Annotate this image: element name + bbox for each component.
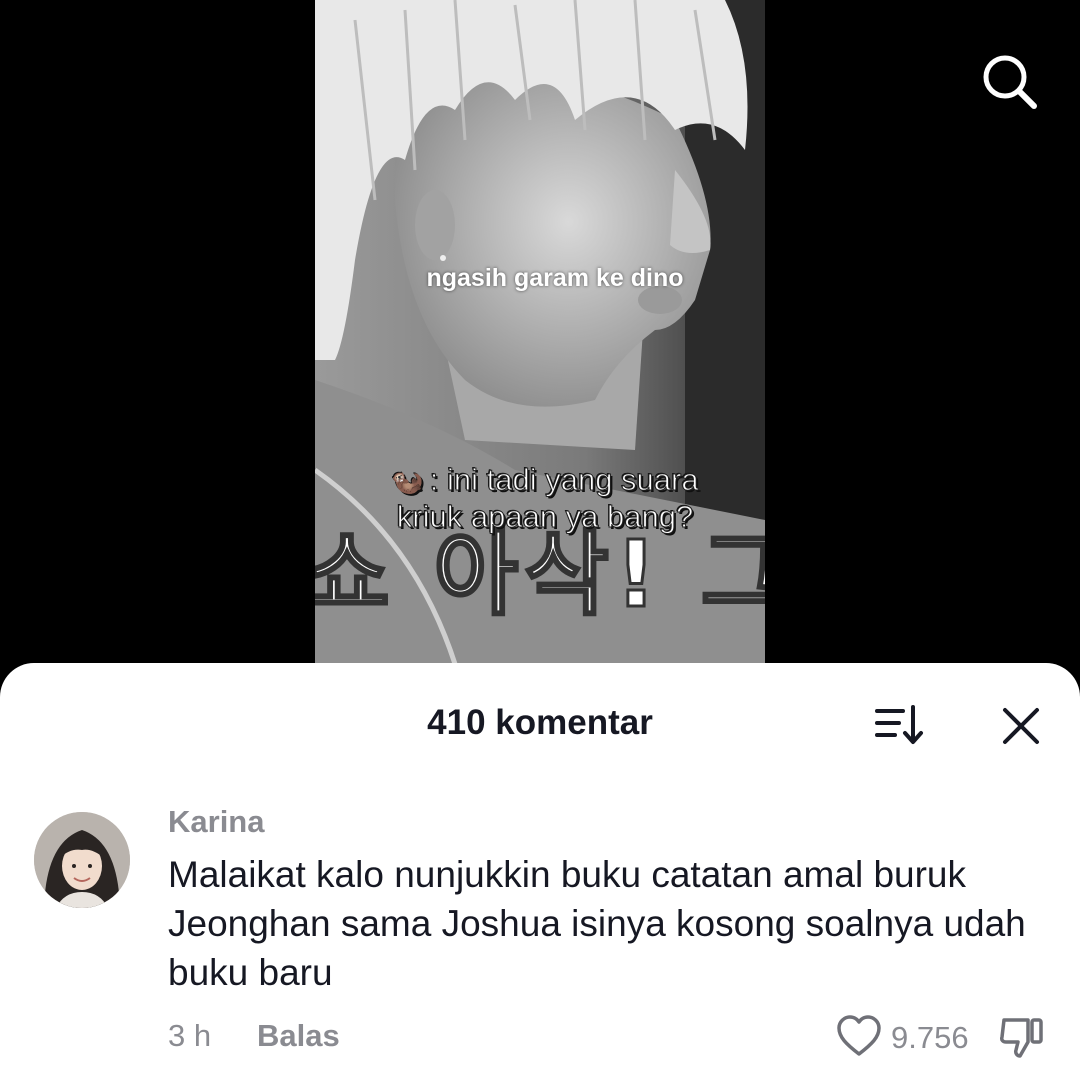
comment-username[interactable]: Karina [168,804,264,840]
like-count: 9.756 [891,1020,969,1055]
video-caption-line-2: kriuk apaan ya bang? [396,499,694,535]
caption-line-1-text: : ini tadi yang suara [429,462,699,498]
close-button[interactable] [998,703,1044,749]
tiktok-screen: ngasih garam ke dino 쇼 아삭! 그거 🦦: ini tad… [0,0,1080,1076]
close-icon [1003,708,1039,744]
video-player[interactable]: ngasih garam ke dino 쇼 아삭! 그거 🦦: ini tad… [315,0,765,664]
avatar[interactable] [34,812,130,908]
search-button[interactable] [980,52,1040,112]
dislike-button[interactable] [998,1014,1046,1060]
comment-timestamp: 3 h [168,1018,212,1053]
like-button[interactable] [836,1014,882,1058]
comment-text: Malaikat kalo nunjukkin buku catatan ama… [168,854,1026,993]
avatar-image [34,812,130,908]
otter-emoji: 🦦 [391,466,424,497]
video-caption-top: ngasih garam ke dino [426,264,684,292]
thumbs-down-icon [1000,1018,1043,1058]
comments-sheet: 410 komentar Karina Malaikat kalo nunjuk… [0,663,1080,1076]
heart-icon [837,1015,881,1056]
sort-button[interactable] [873,703,925,747]
sort-icon [875,705,923,744]
video-caption-line-1: 🦦: ini tadi yang suara [335,462,755,499]
search-icon [983,55,1037,109]
video-caption-bottom: 🦦: ini tadi yang suara kriuk apaan ya ba… [335,462,755,535]
reply-button[interactable]: Balas [257,1018,340,1054]
